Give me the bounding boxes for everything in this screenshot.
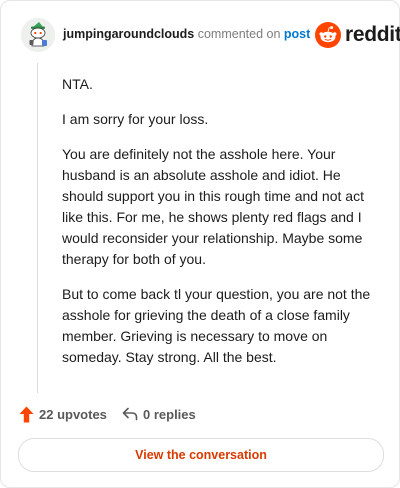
thread-line — [37, 63, 38, 393]
comment-paragraph: You are definitely not the asshole here.… — [62, 146, 364, 267]
replies-count[interactable]: 0 replies — [143, 407, 196, 422]
reddit-logo-icon — [315, 22, 341, 48]
embedded-comment-card: jumpingaroundclouds commented on post re… — [0, 0, 400, 488]
view-conversation-button[interactable]: View the conversation — [18, 438, 384, 472]
comment-paragraph: NTA. — [62, 76, 93, 92]
commented-on-text: commented on — [197, 27, 281, 41]
reply-arrow-icon[interactable] — [122, 407, 138, 421]
comment-paragraph: I am sorry for your loss. — [62, 111, 209, 127]
comment-header: jumpingaroundclouds commented on post re… — [21, 18, 400, 52]
comment-body: NTA. I am sorry for your loss. You are d… — [62, 74, 384, 382]
reddit-brand-logo[interactable]: reddit — [315, 22, 400, 48]
comment-paragraph: But to come back tl your question, you a… — [62, 286, 371, 365]
upvote-arrow-icon[interactable] — [19, 406, 34, 423]
comment-meta: jumpingaroundclouds commented on post — [63, 26, 310, 42]
username-link[interactable]: jumpingaroundclouds — [63, 27, 194, 41]
reddit-wordmark: reddit — [345, 23, 400, 46]
snoo-avatar-icon[interactable] — [21, 18, 55, 52]
post-link[interactable]: post — [284, 27, 310, 41]
upvotes-count: 22 upvotes — [39, 407, 107, 422]
